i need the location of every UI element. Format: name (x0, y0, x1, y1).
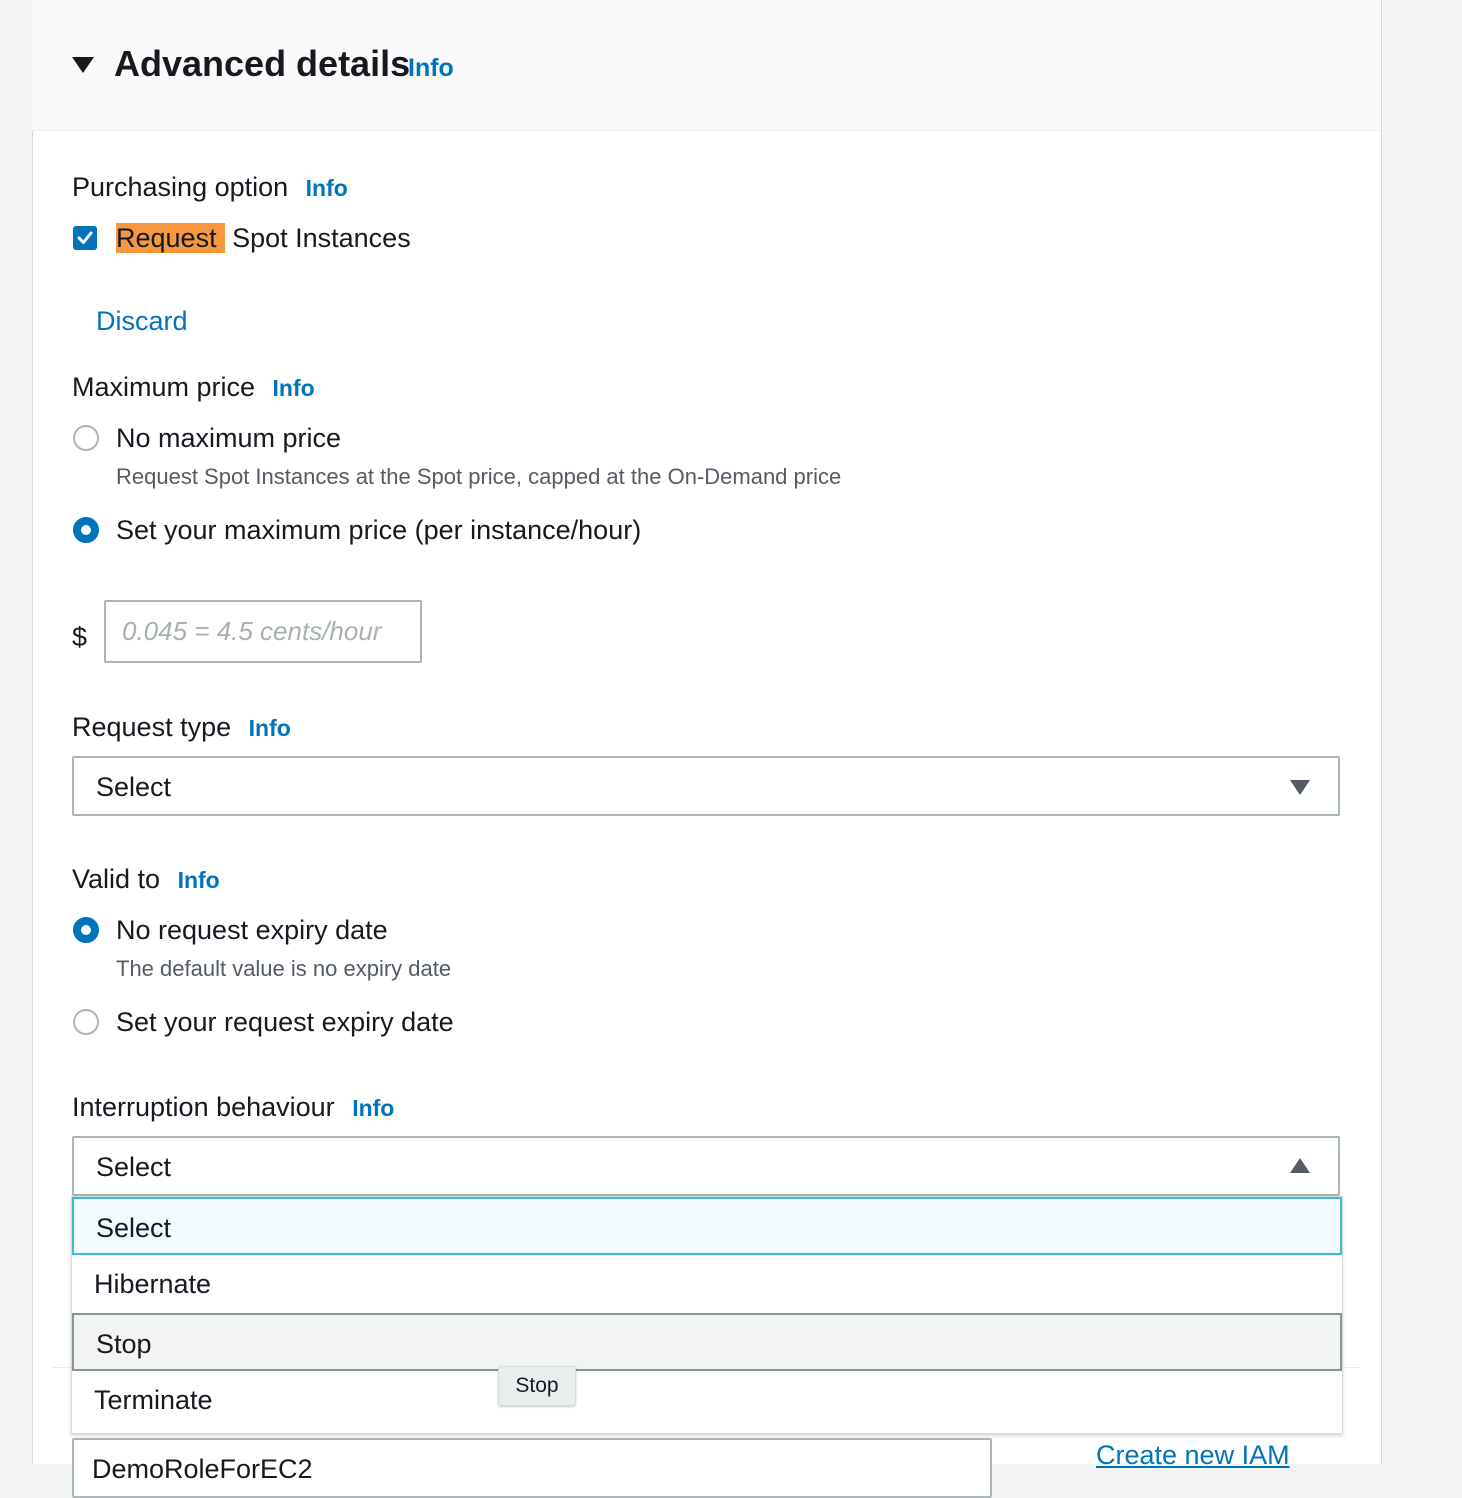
dropdown-option-hibernate[interactable]: Hibernate (72, 1255, 1342, 1313)
chevron-down-icon (1290, 780, 1310, 795)
section-title: Advanced details (114, 43, 411, 84)
no-expiry-description: The default value is no expiry date (116, 956, 452, 981)
valid-to-info-link[interactable]: Info (178, 867, 220, 893)
check-icon (77, 231, 93, 244)
iam-role-select[interactable]: DemoRoleForEC2 (72, 1438, 992, 1498)
dropdown-option-stop[interactable]: Stop (72, 1313, 1342, 1371)
request-type-label-text: Request type (72, 712, 232, 742)
request-type-select[interactable]: Select (72, 756, 1340, 816)
maximum-price-info-link[interactable]: Info (273, 375, 315, 401)
set-expiry-radio[interactable] (73, 1009, 99, 1035)
valid-to-label: Valid to Info (72, 862, 220, 897)
purchasing-info-link[interactable]: Info (306, 175, 348, 201)
discard-link[interactable]: Discard (96, 306, 188, 337)
interruption-behaviour-value: Select (96, 1152, 172, 1182)
interruption-info-link[interactable]: Info (352, 1095, 394, 1121)
no-maximum-price-description: Request Spot Instances at the Spot price… (116, 464, 842, 489)
maximum-price-label-text: Maximum price (72, 372, 256, 402)
option-tooltip: Stop (498, 1366, 576, 1406)
create-iam-link[interactable]: Create new IAM (1096, 1440, 1290, 1471)
maximum-price-label: Maximum price Info (72, 370, 315, 405)
request-type-info-link[interactable]: Info (249, 715, 291, 741)
currency-symbol: $ (72, 622, 88, 652)
no-expiry-radio[interactable] (73, 917, 99, 943)
iam-role-value: DemoRoleForEC2 (92, 1454, 313, 1484)
dropdown-option-terminate[interactable]: Terminate (72, 1371, 1342, 1429)
no-maximum-price-radio[interactable] (73, 425, 99, 451)
purchasing-option-label: Purchasing option Info (72, 170, 348, 205)
spot-instances-checkbox[interactable] (73, 226, 97, 250)
interruption-dropdown-list: Select Hibernate Stop Terminate (71, 1196, 1343, 1434)
spot-instances-label[interactable]: Request Spot Instances (116, 221, 411, 255)
interruption-behaviour-label-text: Interruption behaviour (72, 1092, 335, 1122)
request-type-label: Request type Info (72, 710, 291, 745)
dropdown-option-select[interactable]: Select (72, 1197, 1342, 1255)
purchasing-option-label-text: Purchasing option (72, 172, 289, 202)
interruption-behaviour-label: Interruption behaviour Info (72, 1090, 394, 1125)
section-info-link[interactable]: Info (408, 54, 454, 83)
caret-down-icon[interactable] (72, 57, 94, 73)
interruption-behaviour-select[interactable]: Select (72, 1136, 1340, 1196)
search-highlight: Request (116, 223, 225, 253)
section-header[interactable]: Advanced details Info (32, 0, 1380, 131)
set-maximum-price-label[interactable]: Set your maximum price (per instance/hou… (116, 513, 641, 547)
spot-instances-label-text: Spot Instances (224, 223, 411, 253)
valid-to-label-text: Valid to (72, 864, 161, 894)
no-maximum-price-label[interactable]: No maximum price (116, 421, 341, 455)
request-type-value: Select (96, 772, 172, 802)
no-expiry-label[interactable]: No request expiry date (116, 913, 388, 947)
set-expiry-label[interactable]: Set your request expiry date (116, 1005, 454, 1039)
set-maximum-price-radio[interactable] (73, 517, 99, 543)
chevron-up-icon (1290, 1158, 1310, 1173)
maximum-price-input[interactable] (104, 600, 422, 663)
